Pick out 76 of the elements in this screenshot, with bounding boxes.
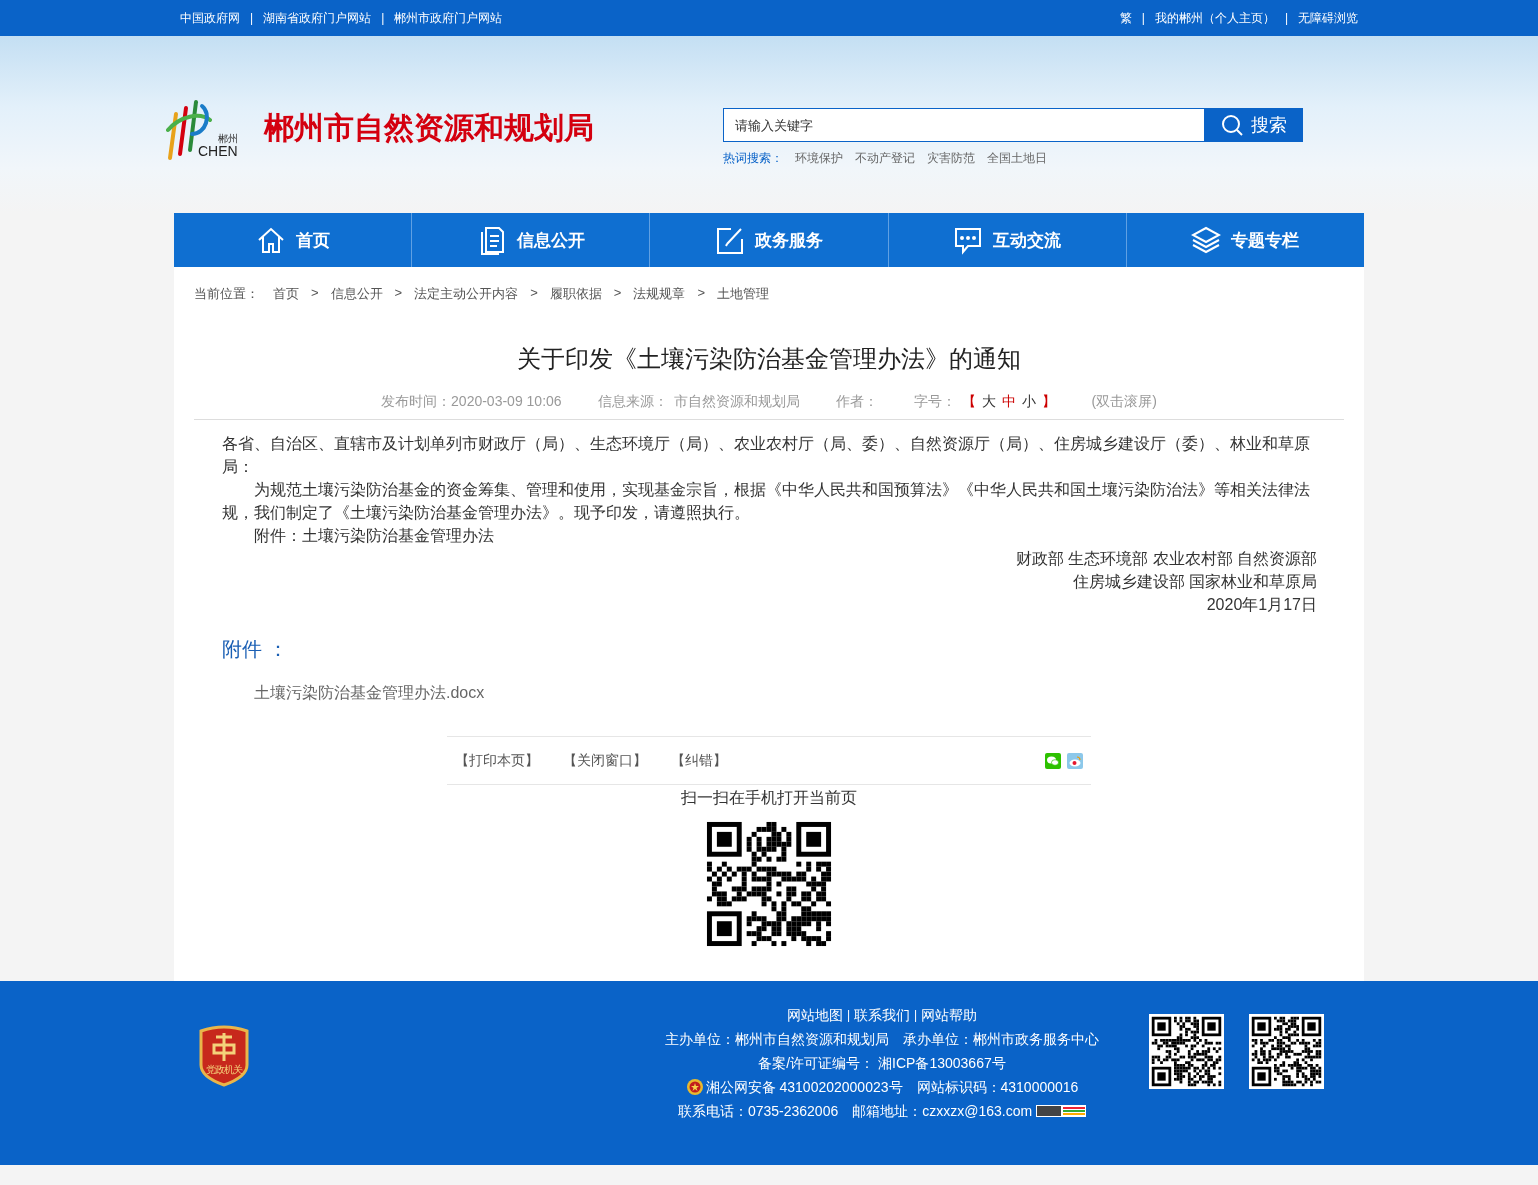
top-link[interactable]: 繁 xyxy=(1119,9,1132,27)
stats-badge-icon xyxy=(1036,1105,1087,1117)
contact-text: 联系电话：0735-2362006 邮箱地址：czxxzx@163.com xyxy=(677,1102,1033,1121)
author-label: 作者： xyxy=(835,393,878,411)
scroll-hint: (双击滚屏) xyxy=(1091,393,1157,411)
hot-search-link[interactable]: 全国土地日 xyxy=(987,150,1047,167)
bracket: 【 xyxy=(961,393,976,411)
hot-search-link[interactable]: 不动产登记 xyxy=(855,150,915,167)
separator: > xyxy=(530,285,538,302)
hot-search-label: 热词搜索： xyxy=(723,150,783,167)
logo-text: 郴州 xyxy=(217,134,238,144)
separator: | xyxy=(1284,11,1288,25)
top-link[interactable]: 中国政府网 xyxy=(180,9,240,27)
separator: > xyxy=(311,285,319,302)
signature-line: 住房城乡建设部 国家林业和草原局 xyxy=(1071,572,1317,592)
source-text: 市自然资源和规划局 xyxy=(673,393,800,411)
separator: | xyxy=(914,1007,918,1024)
search-icon xyxy=(1221,114,1243,136)
party-government-badge[interactable]: 党政机关 xyxy=(198,1025,250,1087)
signature-line: 2020年1月17日 xyxy=(1205,595,1317,615)
search-field[interactable]: 请输入关键字 xyxy=(723,108,1205,142)
attachment-link[interactable]: 土壤污染防治基金管理办法.docx xyxy=(254,684,485,701)
breadcrumb-link[interactable]: 法定主动公开内容 xyxy=(414,285,519,307)
breadcrumb-link[interactable]: 履职依据 xyxy=(549,285,602,307)
tool-link[interactable]: 【关闭窗口】 xyxy=(563,751,647,770)
police-emblem-icon xyxy=(685,1078,704,1096)
separator: > xyxy=(394,285,403,302)
chat-bubbles-icon[interactable] xyxy=(1045,752,1061,769)
paragraph: 为规范土壤污染防治基金的资金筹集、管理和使用，实现基金宗旨，根据《中华人民共和国预算法》《中华人民共和国土壤污染防治法》等相关法律法规，我们制定了《土壤污染防治基金管理办法》。现予印发，请遵照执行。 xyxy=(222,480,1311,523)
edit-icon xyxy=(715,225,745,255)
tool-link[interactable]: 【纠错】 xyxy=(671,751,727,770)
hot-search-link[interactable]: 环境保护 xyxy=(795,150,843,167)
separator: > xyxy=(697,285,705,302)
signature-line: 财政部 生态环境部 农业农村部 自然资源部 xyxy=(1014,549,1317,569)
font-size-option[interactable]: 小 xyxy=(1021,393,1036,411)
separator: | xyxy=(846,1007,850,1024)
paragraph: 附件：土壤污染防治基金管理办法 xyxy=(253,526,495,546)
logo-text: CHEN xyxy=(198,144,238,158)
top-link[interactable]: 湖南省政府门户网站 xyxy=(263,9,372,27)
paragraph: 各省、自治区、直辖市及计划单列市财政厅（局）、生态环境厅（局）、农业农村厅（局、委）、自然资源厅（局）、住房城乡建设厅（委）、林业和草原局： xyxy=(222,434,1311,477)
breadcrumb-label: 当前位置： xyxy=(194,285,259,303)
chat-icon xyxy=(953,225,984,255)
qr-caption: 扫一扫在手机打开当前页 xyxy=(680,788,858,808)
bracket: 】 xyxy=(1041,393,1056,411)
separator: | xyxy=(250,11,254,25)
breadcrumb-link[interactable]: 信息公开 xyxy=(330,285,383,307)
separator: > xyxy=(613,285,622,302)
breadcrumb-link[interactable]: 法规规章 xyxy=(633,285,686,307)
site-code-text: 网站标识码：4310000016 xyxy=(916,1078,1079,1097)
breadcrumb-link[interactable]: 土地管理 xyxy=(716,285,769,307)
font-size-option[interactable]: 大 xyxy=(981,393,996,411)
police-record-text: 湘公网安备 43100202000023号 xyxy=(705,1078,903,1097)
sponsor-text: 主办单位：郴州市自然资源和规划局 承办单位：郴州市政务服务中心 xyxy=(664,1030,1100,1049)
publish-time: 发布时间：2020-03-09 10:06 xyxy=(381,393,562,411)
footer-link[interactable]: 联系我们 xyxy=(854,1003,910,1027)
layers-icon xyxy=(1191,225,1222,255)
attachments-heading: 附件 ： xyxy=(222,638,289,661)
footer-link[interactable]: 网站地图 xyxy=(786,1003,843,1027)
separator: | xyxy=(381,11,385,25)
breadcrumb-link[interactable]: 首页 xyxy=(273,285,299,307)
font-size-label: 字号： xyxy=(913,393,956,411)
footer-link[interactable]: 网站帮助 xyxy=(921,1003,978,1027)
top-link[interactable]: 我的郴州（个人主页） xyxy=(1154,9,1275,27)
nav-tab[interactable]: 专题专栏 xyxy=(1126,213,1364,267)
search-button[interactable]: 搜索 xyxy=(1205,108,1303,142)
eye-logo-icon[interactable] xyxy=(1067,752,1083,769)
hot-search-link[interactable]: 灾害防范 xyxy=(927,150,975,167)
separator: | xyxy=(1141,11,1145,25)
article-title: 关于印发《土壤污染防治基金管理办法》的通知 xyxy=(516,344,1022,374)
top-link[interactable]: 无障碍浏览 xyxy=(1298,9,1358,27)
icp-text: 备案/许可证编号： 湘ICP备13003667号 xyxy=(757,1054,1007,1073)
top-link[interactable]: 郴州市政府门户网站 xyxy=(394,9,503,27)
source-label: 信息来源： xyxy=(597,393,668,411)
site-title: 郴州市自然资源和规划局 xyxy=(264,110,594,146)
tool-link[interactable]: 【打印本页】 xyxy=(455,751,539,770)
font-size-option[interactable]: 中 xyxy=(1001,393,1016,411)
